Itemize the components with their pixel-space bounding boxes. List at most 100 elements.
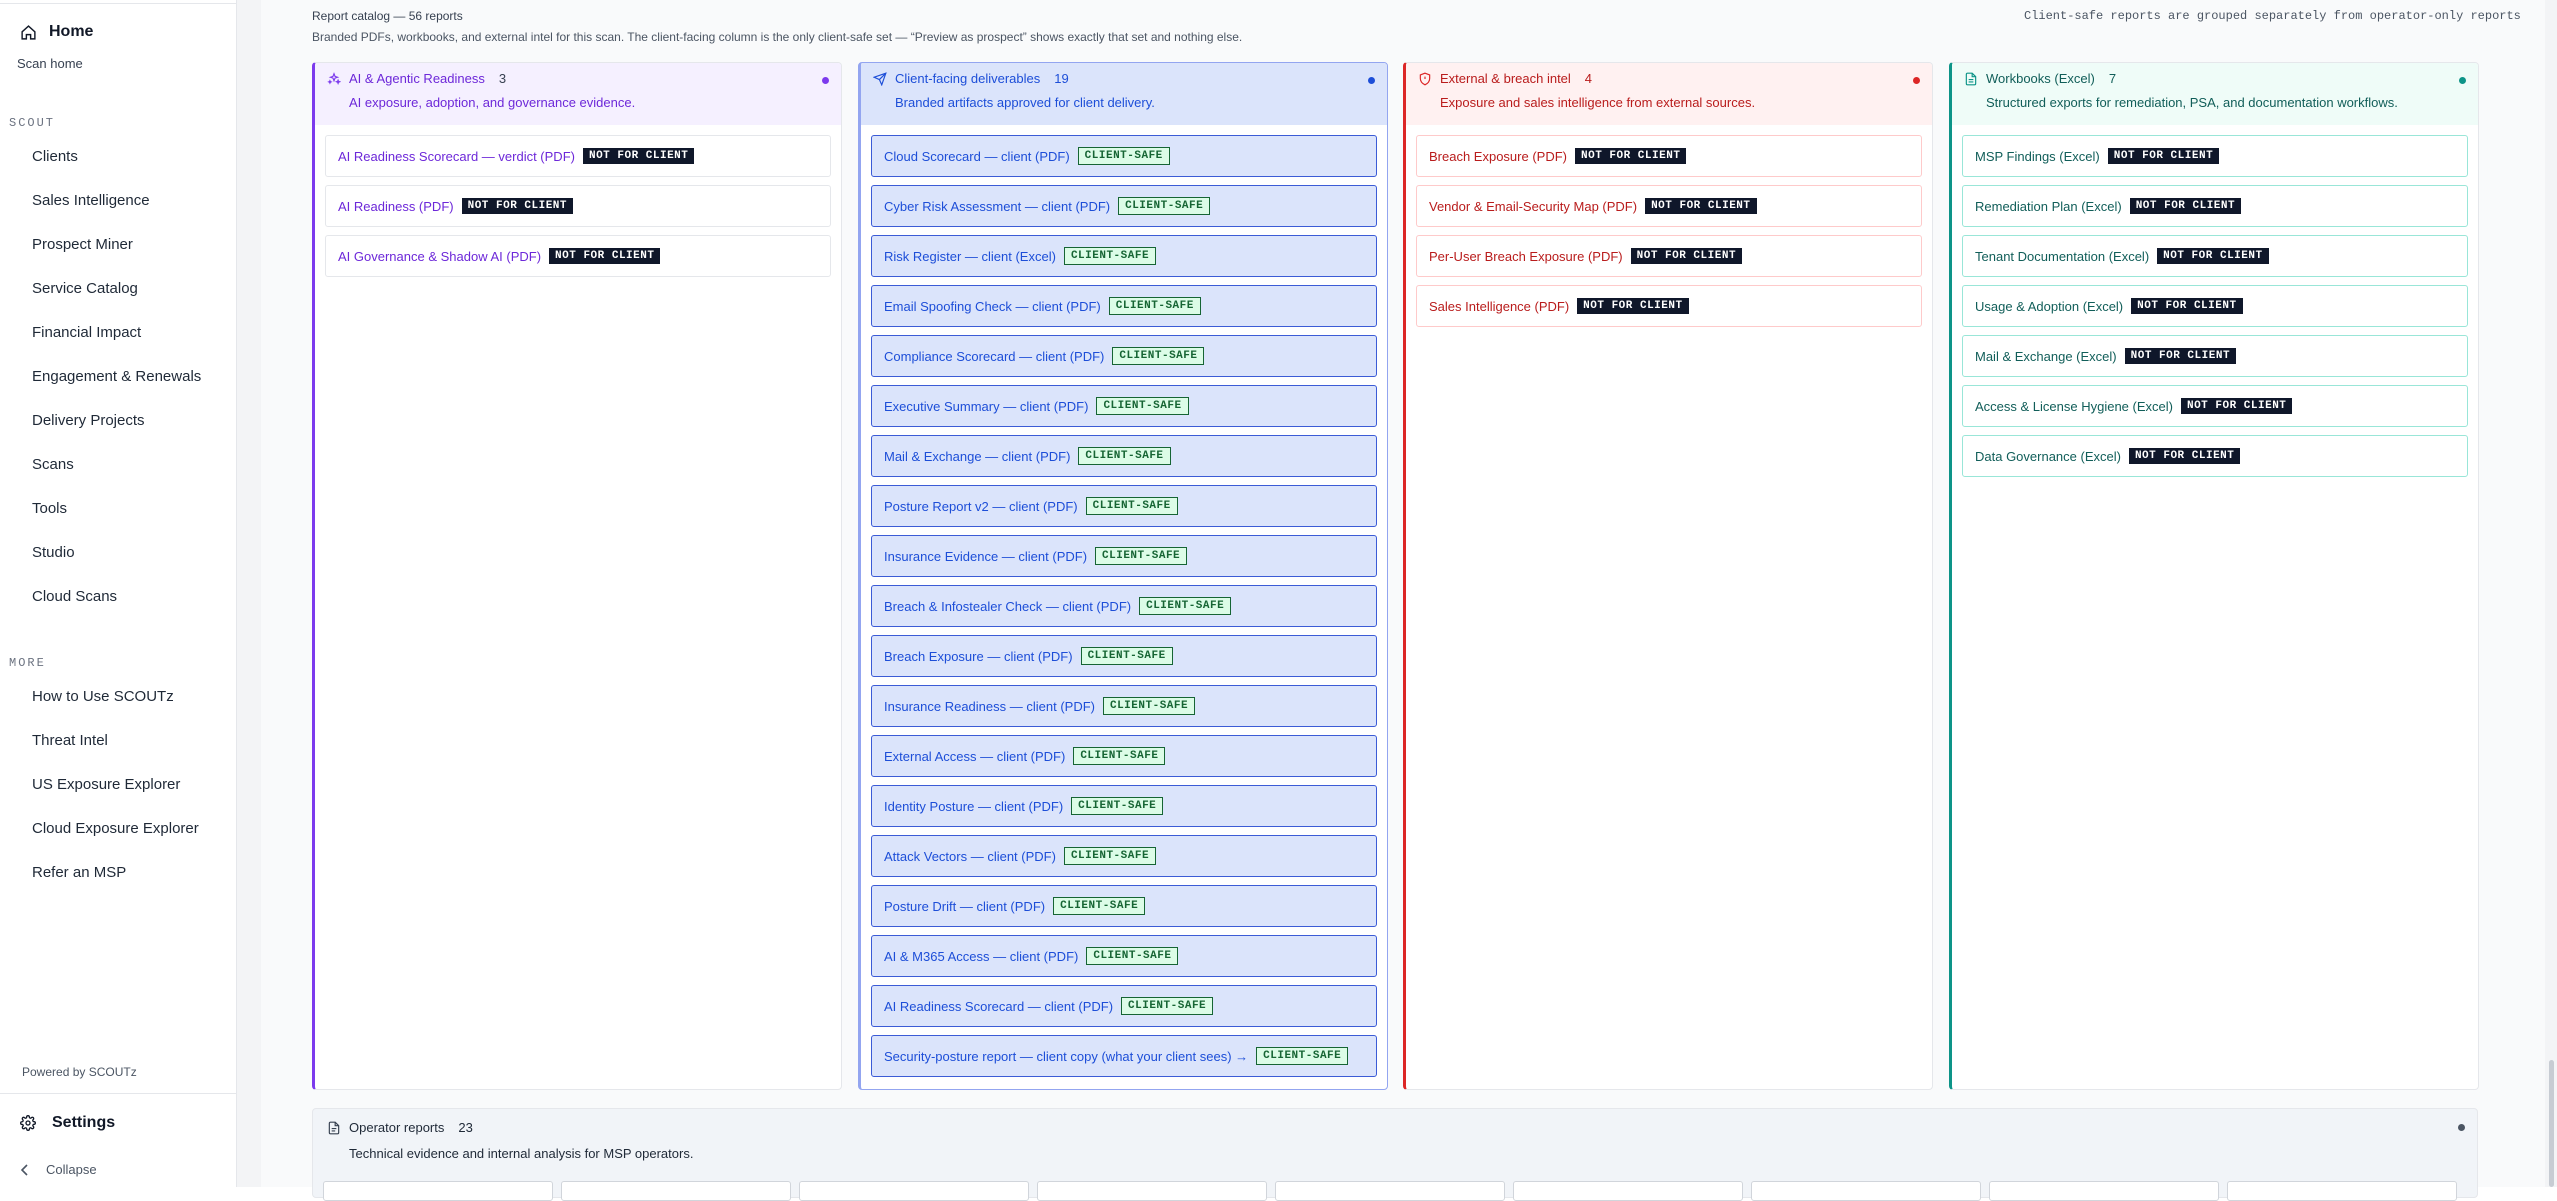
report-item-label: Executive Summary — client (PDF) (884, 398, 1089, 414)
report-item[interactable]: MSP Findings (Excel) NOT FOR CLIENT (1962, 135, 2468, 177)
settings-button[interactable]: Settings (20, 1114, 115, 1132)
sidebar-item-sales-intelligence[interactable]: Sales Intelligence (32, 192, 150, 209)
sidebar-item-refer-msp[interactable]: Refer an MSP (32, 864, 126, 881)
nav-home[interactable]: Home (20, 23, 93, 41)
report-item-label: AI Readiness (PDF) (338, 198, 454, 214)
report-item-label: Breach Exposure (PDF) (1429, 148, 1567, 164)
report-item[interactable]: Breach & Infostealer Check — client (PDF… (871, 585, 1377, 627)
report-item[interactable]: Breach Exposure — client (PDF) CLIENT-SAF… (871, 635, 1377, 677)
not-for-client-badge: NOT FOR CLIENT (1577, 298, 1689, 314)
sidebar-item-studio[interactable]: Studio (32, 544, 75, 561)
operator-report-tile[interactable] (799, 1181, 1029, 1201)
sidebar-item-financial-impact[interactable]: Financial Impact (32, 324, 141, 341)
report-item[interactable]: Insurance Evidence — client (PDF) CLIENT-… (871, 535, 1377, 577)
report-item[interactable]: Per-User Breach Exposure (PDF) NOT FOR CL… (1416, 235, 1922, 277)
operator-report-tile[interactable] (1989, 1181, 2219, 1201)
sidebar-item-service-catalog[interactable]: Service Catalog (32, 280, 138, 297)
report-item[interactable]: Executive Summary — client (PDF) CLIENT-S… (871, 385, 1377, 427)
sidebar-item-clients[interactable]: Clients (32, 148, 78, 165)
sidebar-item-us-exposure-explorer[interactable]: US Exposure Explorer (32, 776, 180, 793)
report-item[interactable]: Usage & Adoption (Excel) NOT FOR CLIENT (1962, 285, 2468, 327)
report-item[interactable]: Compliance Scorecard — client (PDF) CLIEN… (871, 335, 1377, 377)
client-safe-badge: CLIENT-SAFE (1108, 297, 1201, 315)
report-item[interactable]: AI Readiness Scorecard — client (PDF) CLI… (871, 985, 1377, 1027)
sidebar-item-threat-intel[interactable]: Threat Intel (32, 732, 108, 749)
operator-report-tile[interactable] (1037, 1181, 1267, 1201)
not-for-client-badge: NOT FOR CLIENT (2107, 148, 2220, 164)
sidebar-item-scans[interactable]: Scans (32, 456, 74, 473)
report-item-label: Mail & Exchange (Excel) (1975, 348, 2117, 364)
client-safe-badge: CLIENT-SAFE (1095, 547, 1188, 565)
sidebar-item-cloud-scans[interactable]: Cloud Scans (32, 588, 117, 605)
sidebar-bottom-divider (0, 1093, 237, 1094)
report-item[interactable]: Remediation Plan (Excel) NOT FOR CLIENT (1962, 185, 2468, 227)
operator-report-tile[interactable] (1513, 1181, 1743, 1201)
report-item[interactable]: Attack Vectors — client (PDF) CLIENT-SAFE (871, 835, 1377, 877)
report-item[interactable]: Breach Exposure (PDF) NOT FOR CLIENT (1416, 135, 1922, 177)
report-item-label: Usage & Adoption (Excel) (1975, 298, 2124, 314)
sidebar-item-prospect-miner[interactable]: Prospect Miner (32, 236, 133, 253)
report-item[interactable]: AI Readiness (PDF) NOT FOR CLIENT (325, 185, 831, 227)
operator-report-tile[interactable] (1751, 1181, 1981, 1201)
report-item-label: Data Governance (Excel) (1975, 448, 2121, 464)
report-item-label: Tenant Documentation (Excel) (1975, 248, 2150, 264)
sidebar-gutter (237, 0, 261, 1187)
scrollbar-thumb[interactable] (2549, 1060, 2554, 1187)
report-item-label: Insurance Evidence — client (PDF) (884, 548, 1088, 564)
collapse-button[interactable]: Collapse (20, 1162, 97, 1177)
not-for-client-badge: NOT FOR CLIENT (1630, 248, 1743, 264)
operator-report-tile[interactable] (2227, 1181, 2457, 1201)
report-item[interactable]: Sales Intelligence (PDF) NOT FOR CLIENT (1416, 285, 1922, 327)
report-item-label: AI Readiness Scorecard — verdict (PDF) (338, 148, 575, 164)
sidebar-item-cloud-exposure-explorer[interactable]: Cloud Exposure Explorer (32, 820, 199, 837)
report-list: AI Readiness Scorecard — verdict (PDF) NO… (315, 125, 841, 277)
report-item[interactable]: Vendor & Email-Security Map (PDF) NOT FOR… (1416, 185, 1922, 227)
report-item[interactable]: Identity Posture — client (PDF) CLIENT-SA… (871, 785, 1377, 827)
report-item[interactable]: Access & License Hygiene (Excel) NOT FOR … (1962, 385, 2468, 427)
sidebar-item-delivery-projects[interactable]: Delivery Projects (32, 412, 145, 429)
report-item-label: Remediation Plan (Excel) (1975, 198, 2122, 214)
client-safe-badge: CLIENT-SAFE (1063, 847, 1157, 865)
report-item[interactable]: Data Governance (Excel) NOT FOR CLIENT (1962, 435, 2468, 477)
chevron-left-icon (20, 1163, 30, 1176)
report-item-label: Risk Register — client (Excel) (884, 248, 1056, 264)
column-header: AI & Agentic Readiness 3 AI exposure, ad… (315, 63, 841, 125)
report-item-label: Compliance Scorecard — client (PDF) (884, 348, 1105, 364)
report-item[interactable]: Tenant Documentation (Excel) NOT FOR CLIE… (1962, 235, 2468, 277)
operator-report-tile[interactable] (561, 1181, 791, 1201)
operator-report-tile[interactable] (323, 1181, 553, 1201)
client-safe-badge: CLIENT-SAFE (1118, 197, 1211, 215)
column-title: AI & Agentic Readiness (349, 71, 485, 86)
report-item[interactable]: Posture Drift — client (PDF) CLIENT-SAFE (871, 885, 1377, 927)
sidebar-item-how-to-use[interactable]: How to Use SCOUTz (32, 688, 174, 705)
client-safe-badge: CLIENT-SAFE (1102, 697, 1196, 715)
report-item[interactable]: AI Governance & Shadow AI (PDF) NOT FOR C… (325, 235, 831, 277)
operator-report-tile[interactable] (1275, 1181, 1505, 1201)
column-title: Workbooks (Excel) (1986, 71, 2095, 86)
report-item[interactable]: Insurance Readiness — client (PDF) CLIENT… (871, 685, 1377, 727)
report-item[interactable]: Mail & Exchange (Excel) NOT FOR CLIENT (1962, 335, 2468, 377)
report-item[interactable]: Cyber Risk Assessment — client (PDF) CLIE… (871, 185, 1377, 227)
report-item[interactable]: AI Readiness Scorecard — verdict (PDF) NO… (325, 135, 831, 177)
client-safe-badge: CLIENT-SAFE (1096, 397, 1189, 415)
report-item[interactable]: AI & M365 Access — client (PDF) CLIENT-SA… (871, 935, 1377, 977)
report-item[interactable]: Security-posture report — client copy (w… (871, 1035, 1377, 1077)
column-ai-agentic-readiness: AI & Agentic Readiness 3 AI exposure, ad… (312, 62, 842, 1090)
sidebar-top-divider (0, 0, 237, 4)
scan-home-link[interactable]: Scan home (17, 56, 83, 71)
report-item[interactable]: External Access — client (PDF) CLIENT-SAF… (871, 735, 1377, 777)
client-safe-badge: CLIENT-SAFE (1071, 797, 1164, 815)
sidebar-item-tools[interactable]: Tools (32, 500, 67, 517)
report-item[interactable]: Email Spoofing Check — client (PDF) CLIEN… (871, 285, 1377, 327)
report-item[interactable]: Cloud Scorecard — client (PDF) CLIENT-SAF… (871, 135, 1377, 177)
collapse-label: Collapse (46, 1162, 97, 1177)
column-external-breach-intel: External & breach intel 4 Exposure and s… (1403, 62, 1933, 1090)
report-item[interactable]: Risk Register — client (Excel) CLIENT-SAF… (871, 235, 1377, 277)
sidebar-item-engagement-renewals[interactable]: Engagement & Renewals (32, 368, 201, 385)
powered-by-text: Powered by SCOUTz (22, 1065, 137, 1079)
operator-report-tiles (323, 1181, 2457, 1201)
report-item[interactable]: Posture Report v2 — client (PDF) CLIENT-S… (871, 485, 1377, 527)
report-list: Cloud Scorecard — client (PDF) CLIENT-SAF… (861, 125, 1387, 1077)
report-item[interactable]: Mail & Exchange — client (PDF) CLIENT-SAF… (871, 435, 1377, 477)
scrollbar[interactable] (2545, 0, 2557, 1187)
